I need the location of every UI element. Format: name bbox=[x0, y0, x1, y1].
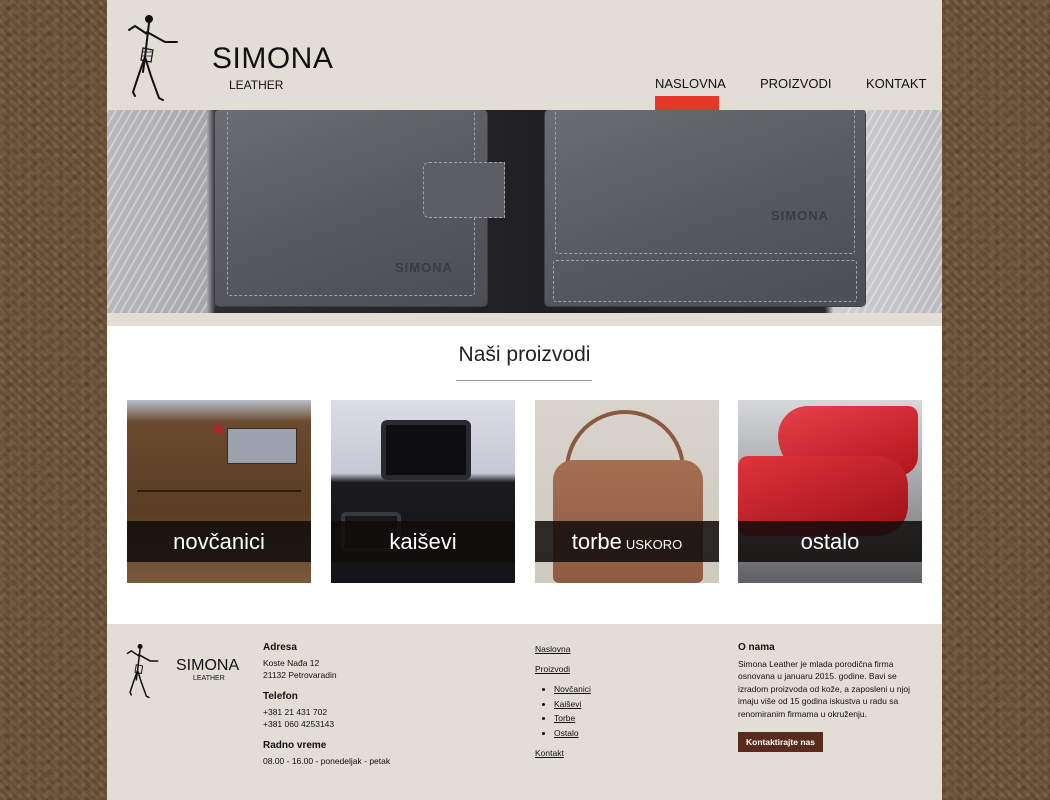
product-card-kaisevi[interactable]: kaiševi bbox=[331, 400, 515, 583]
product-tag-soon: USKORO bbox=[625, 537, 683, 552]
hours-text: 08.00 - 16.00 - ponedeljak - petak bbox=[263, 756, 391, 766]
wallet-clasp bbox=[423, 162, 505, 218]
site-footer: SIMONA LEATHER Adresa Koste Nađa 12 2113… bbox=[107, 624, 942, 800]
footer-logo[interactable]: SIMONA LEATHER bbox=[125, 640, 239, 710]
product-label: ostalo bbox=[800, 529, 860, 554]
product-label-band: ostalo bbox=[738, 521, 922, 562]
footer-link-novcanici[interactable]: Novčanici bbox=[554, 682, 695, 697]
contact-us-button[interactable]: Kontaktirajte nas bbox=[738, 732, 823, 753]
phone-number: +381 060 4253143 bbox=[263, 718, 335, 729]
nav-item-proizvodi[interactable]: PROIZVODI bbox=[760, 72, 832, 110]
nav-item-naslovna[interactable]: NASLOVNA bbox=[655, 72, 726, 110]
footer-link-kaisevi[interactable]: Kaiševi bbox=[554, 697, 695, 712]
wallet-left: SIMONA bbox=[215, 110, 505, 306]
product-label: kaiševi bbox=[389, 529, 457, 554]
wallet-right: SIMONA bbox=[545, 110, 865, 306]
wallet-stamp-left: SIMONA bbox=[395, 260, 453, 275]
footer-link-torbe[interactable]: Torbe bbox=[554, 711, 695, 726]
logo-title: SIMONA bbox=[212, 42, 334, 75]
address-line: Koste Nađa 12 bbox=[263, 658, 320, 668]
hours-heading: Radno vreme bbox=[263, 740, 327, 751]
product-label-band: torbe USKORO bbox=[535, 521, 719, 562]
footer-about: O nama Simona Leather je mlada porodična… bbox=[738, 642, 922, 753]
hero-divider bbox=[107, 313, 942, 326]
nav-item-kontakt[interactable]: KONTAKT bbox=[866, 72, 926, 110]
about-text: Simona Leather je mlada porodična firma … bbox=[738, 659, 910, 719]
logo[interactable]: SIMONA LEATHER bbox=[125, 12, 333, 104]
product-label-band: novčanici bbox=[127, 521, 311, 562]
product-card-torbe[interactable]: torbe USKORO bbox=[535, 400, 719, 583]
footer-link-proizvodi[interactable]: Proizvodi bbox=[535, 664, 695, 674]
about-heading: O nama bbox=[738, 642, 775, 653]
dancer-logo-icon bbox=[128, 15, 178, 101]
products-heading: Naši proizvodi bbox=[458, 343, 591, 366]
wallet-card-slot bbox=[227, 428, 297, 464]
phone-heading: Telefon bbox=[263, 691, 298, 702]
product-label: novčanici bbox=[173, 529, 265, 554]
hero-image: SIMONA SIMONA bbox=[107, 110, 942, 313]
footer-product-links: Novčanici Kaiševi Torbe Ostalo bbox=[554, 682, 695, 740]
belt-buckle bbox=[381, 420, 471, 480]
address-heading: Adresa bbox=[263, 642, 297, 653]
logo-subtitle: LEATHER bbox=[229, 78, 284, 92]
site-header: SIMONA LEATHER NASLOVNA PROIZVODI KONTAK… bbox=[107, 0, 942, 110]
page: SIMONA LEATHER NASLOVNA PROIZVODI KONTAK… bbox=[107, 0, 942, 800]
wallet-stamp-right: SIMONA bbox=[771, 208, 829, 223]
footer-link-naslovna[interactable]: Naslovna bbox=[535, 644, 695, 654]
wallet-badge bbox=[213, 424, 223, 434]
footer-link-kontakt[interactable]: Kontakt bbox=[535, 748, 695, 758]
main-nav: NASLOVNA PROIZVODI KONTAKT bbox=[655, 72, 942, 110]
dancer-logo-icon bbox=[126, 643, 159, 699]
product-label-band: kaiševi bbox=[331, 521, 515, 562]
footer-logo-title: SIMONA bbox=[176, 657, 240, 674]
hero-fabric-left bbox=[107, 110, 207, 313]
footer-link-ostalo[interactable]: Ostalo bbox=[554, 726, 695, 741]
phone-number: +381 21 431 702 bbox=[263, 707, 328, 717]
product-card-novcanici[interactable]: novčanici bbox=[127, 400, 311, 583]
products-heading-rule bbox=[456, 380, 592, 381]
footer-logo-subtitle: LEATHER bbox=[193, 675, 225, 682]
product-label: torbe bbox=[571, 529, 622, 554]
product-card-ostalo[interactable]: ostalo bbox=[738, 400, 922, 583]
footer-links: Naslovna Proizvodi Novčanici Kaiševi Tor… bbox=[535, 644, 695, 758]
footer-contact-info: Adresa Koste Nađa 12 21132 Petrovaradin … bbox=[263, 642, 463, 778]
address-line: 21132 Petrovaradin bbox=[263, 669, 337, 680]
